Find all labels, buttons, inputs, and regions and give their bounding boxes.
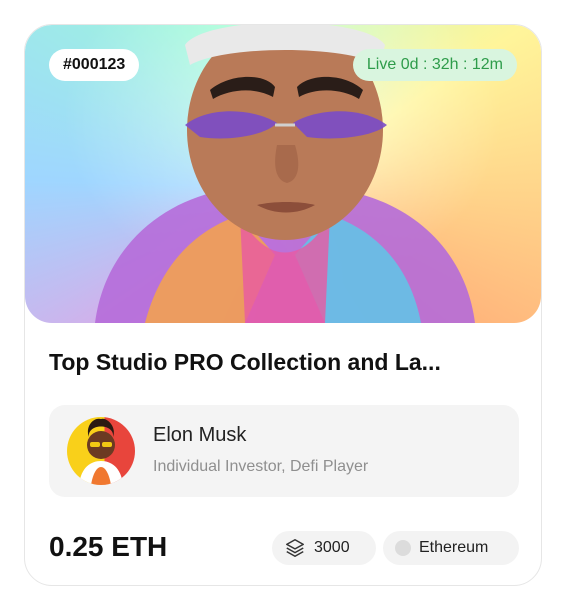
chain-pill: Ethereum bbox=[383, 531, 519, 565]
owner-panel[interactable]: Elon Musk Individual Investor, Defi Play… bbox=[49, 405, 519, 497]
chain-dot-icon bbox=[395, 540, 411, 556]
owner-avatar[interactable] bbox=[67, 417, 135, 485]
chain-name: Ethereum bbox=[419, 539, 489, 556]
layers-icon bbox=[286, 539, 304, 557]
live-timer-badge: Live 0d : 32h : 12m bbox=[352, 49, 517, 81]
edition-count: 3000 bbox=[314, 539, 350, 556]
owner-name[interactable]: Elon Musk bbox=[153, 424, 246, 447]
nft-title[interactable]: Top Studio PRO Collection and La... bbox=[49, 349, 519, 376]
owner-role: Individual Investor, Defi Player bbox=[153, 458, 369, 475]
price-value: 0.25 ETH bbox=[49, 531, 168, 562]
nft-image[interactable]: #000123 Live 0d : 32h : 12m bbox=[25, 25, 541, 323]
edition-count-pill: 3000 bbox=[272, 531, 376, 565]
avatar-illustration bbox=[79, 418, 123, 485]
nft-card[interactable]: #000123 Live 0d : 32h : 12m Top Studio P… bbox=[24, 24, 542, 586]
token-id-badge: #000123 bbox=[49, 49, 140, 81]
